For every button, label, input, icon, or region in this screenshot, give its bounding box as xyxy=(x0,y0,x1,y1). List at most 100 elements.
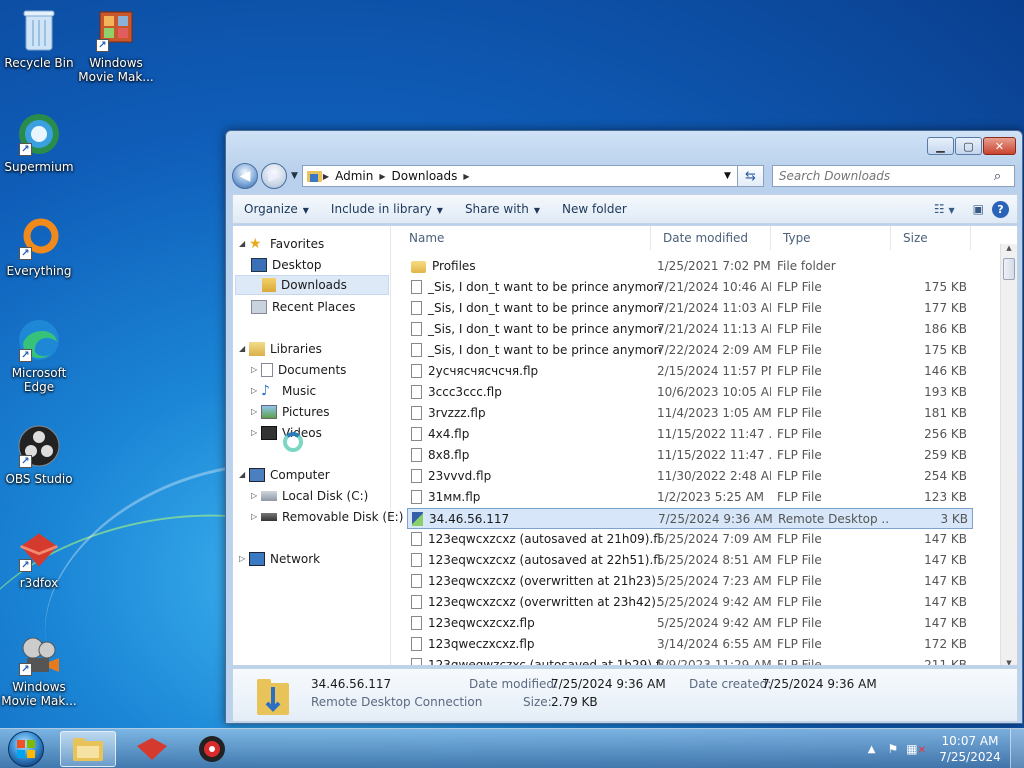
expand-triangle-icon[interactable]: ▷ xyxy=(251,423,261,443)
file-row[interactable]: 123qweqwzczxc (autosaved at 1h29).flp 8/9… xyxy=(407,655,973,665)
preview-pane-icon[interactable]: ▣ xyxy=(973,202,984,216)
nav-music[interactable]: ▷ ♪ Music xyxy=(251,381,316,401)
help-icon[interactable]: ? xyxy=(992,200,1009,218)
forward-button[interactable]: ▶ xyxy=(261,163,287,189)
organize-menu[interactable]: Organize ▼ xyxy=(233,202,320,216)
expand-triangle-icon[interactable]: ▷ xyxy=(251,486,261,506)
desktop-icon-obs[interactable]: ↗ OBS Studio xyxy=(0,424,78,486)
network-status-icon[interactable]: ▦✕ xyxy=(906,742,926,756)
back-button[interactable]: ◀ xyxy=(232,163,258,189)
explorer-window[interactable]: ▁ ▢ ✕ ◀ ▶ ▼ ▶ Admin ▶ Downloads ▶ ▼ ⇆ ⌕ … xyxy=(225,130,1023,724)
nav-local-disk[interactable]: ▷ Local Disk (C:) xyxy=(251,486,368,506)
column-header-type[interactable]: Type xyxy=(771,226,891,250)
new-folder-button[interactable]: New folder xyxy=(551,202,638,216)
file-row[interactable]: 123eqwcxzcxz (autosaved at 22h51).flp 5/2… xyxy=(407,550,973,571)
vertical-scrollbar[interactable]: ▲ ▼ xyxy=(1000,244,1017,665)
file-row[interactable]: 3ccc3ccc.flp 10/6/2023 10:05 AM FLP File 19… xyxy=(407,382,973,403)
breadcrumb-separator[interactable]: ▶ xyxy=(379,172,385,181)
nav-documents[interactable]: ▷ Documents xyxy=(251,360,346,380)
nav-recent-places[interactable]: Recent Places xyxy=(251,297,355,317)
start-button[interactable] xyxy=(8,731,44,767)
desktop-icon xyxy=(251,258,267,272)
file-row[interactable]: _Sis, I don_t want to be prince anymore!… xyxy=(407,298,973,319)
taskbar-r3dfox-button[interactable] xyxy=(124,731,180,767)
include-in-library-menu[interactable]: Include in library ▼ xyxy=(320,202,454,216)
breadcrumb-downloads[interactable]: Downloads xyxy=(391,169,457,183)
nav-pictures[interactable]: ▷ Pictures xyxy=(251,402,330,422)
file-row[interactable]: 123qweczxcxz.flp 3/14/2024 6:55 AM FLP Fil… xyxy=(407,634,973,655)
file-row[interactable]: 123eqwcxzcxz (autosaved at 21h09).flp 5/2… xyxy=(407,529,973,550)
desktop-icon-edge[interactable]: ↗ Microsoft Edge xyxy=(0,318,78,394)
nav-removable-disk[interactable]: ▷ Removable Disk (E:) xyxy=(251,507,403,527)
file-row[interactable]: Profiles 1/25/2021 7:02 PM File folder xyxy=(407,256,973,277)
search-icon[interactable]: ⌕ xyxy=(994,169,1014,184)
address-bar[interactable]: ▶ Admin ▶ Downloads ▶ ▼ xyxy=(301,165,738,187)
desktop-icon-r3dfox[interactable]: ↗ r3dfox xyxy=(0,528,78,590)
search-input[interactable] xyxy=(778,169,994,183)
scroll-down-icon[interactable]: ▼ xyxy=(1001,659,1017,665)
file-row[interactable]: 8x8.flp 11/15/2022 11:47 ... FLP File 259 K… xyxy=(407,445,973,466)
nav-desktop[interactable]: Desktop xyxy=(251,255,322,275)
desktop-icon-movie-maker-2[interactable]: ↗ Windows Movie Mak... xyxy=(0,632,78,708)
nav-network[interactable]: ▷ Network xyxy=(239,549,320,569)
share-with-menu[interactable]: Share with ▼ xyxy=(454,202,551,216)
taskbar-explorer-button[interactable] xyxy=(60,731,116,767)
column-header-date[interactable]: Date modified xyxy=(651,226,771,250)
desktop-icon-supermium[interactable]: ↗ Supermium xyxy=(0,112,78,174)
file-row[interactable]: 23vvvd.flp 11/30/2022 2:48 AM FLP File 254 … xyxy=(407,466,973,487)
file-row[interactable]: 123eqwcxzcxz (overwritten at 23h42).flp 5… xyxy=(407,592,973,613)
breadcrumb-separator[interactable]: ▶ xyxy=(463,172,469,181)
file-row[interactable]: 31мм.flp 1/2/2023 5:25 AM FLP File 123 KB xyxy=(407,487,973,508)
desktop-icon-recycle-bin[interactable]: Recycle Bin xyxy=(0,8,78,70)
nav-favorites[interactable]: ◢ ★ Favorites xyxy=(239,234,324,254)
nav-libraries[interactable]: ◢ Libraries xyxy=(239,339,322,359)
expand-triangle-icon[interactable]: ▷ xyxy=(251,360,261,380)
file-row[interactable]: _Sis, I don_t want to be prince anymore!… xyxy=(407,277,973,298)
collapse-triangle-icon[interactable]: ◢ xyxy=(239,465,249,485)
collapse-triangle-icon[interactable]: ◢ xyxy=(239,234,249,254)
action-center-icon[interactable]: ⚑ xyxy=(888,742,899,756)
file-row[interactable]: 123eqwcxzcxz.flp 5/25/2024 9:42 AM FLP Fil… xyxy=(407,613,973,634)
maximize-button[interactable]: ▢ xyxy=(955,137,982,155)
taskbar-browser-button[interactable] xyxy=(184,731,240,767)
file-row[interactable]: 4x4.flp 11/15/2022 11:47 ... FLP File 256 K… xyxy=(407,424,973,445)
breadcrumb-admin[interactable]: Admin xyxy=(335,169,373,183)
address-dropdown-icon[interactable]: ▼ xyxy=(724,171,731,181)
close-button[interactable]: ✕ xyxy=(983,137,1016,155)
desktop-icon-everything[interactable]: ↗ Everything xyxy=(0,216,78,278)
file-row[interactable]: 2усчясчясчсчя.flp 2/15/2024 11:57 PM FLP F… xyxy=(407,361,973,382)
expand-triangle-icon[interactable]: ▷ xyxy=(251,381,261,401)
search-box[interactable]: ⌕ xyxy=(771,165,1015,187)
share-label: Share with xyxy=(464,202,529,216)
expand-triangle-icon[interactable]: ▷ xyxy=(239,549,249,569)
file-row[interactable]: 34.46.56.117 7/25/2024 9:36 AM Remote Desk… xyxy=(407,508,973,529)
column-header-size[interactable]: Size xyxy=(891,226,971,250)
nav-label: Libraries xyxy=(270,342,322,356)
file-date: 7/22/2024 2:09 AM xyxy=(657,343,771,357)
show-desktop-button[interactable] xyxy=(1010,729,1024,768)
nav-downloads[interactable]: Downloads xyxy=(235,275,389,295)
file-list: Name Date modified Type Size Profiles 1/2… xyxy=(393,226,1017,665)
expand-triangle-icon[interactable]: ▷ xyxy=(251,507,261,527)
desktop-icon-movie-maker[interactable]: ↗ Windows Movie Mak... xyxy=(77,8,155,84)
expand-triangle-icon[interactable]: ▷ xyxy=(251,402,261,422)
file-row[interactable]: 3rvzzz.flp 11/4/2023 1:05 AM FLP File 181 K… xyxy=(407,403,973,424)
refresh-button[interactable]: ⇆ xyxy=(737,165,764,187)
file-size: 193 KB xyxy=(924,385,967,399)
include-label: Include in library xyxy=(330,202,432,216)
file-icon xyxy=(411,385,422,399)
scrollbar-thumb[interactable] xyxy=(1003,258,1015,280)
file-row[interactable]: _Sis, I don_t want to be prince anymore!… xyxy=(407,340,973,361)
column-header-name[interactable]: Name xyxy=(397,226,651,250)
tray-expand-icon[interactable]: ▲ xyxy=(868,744,876,755)
collapse-triangle-icon[interactable]: ◢ xyxy=(239,339,249,359)
view-options-icon[interactable]: ☷ ▼ xyxy=(934,202,955,216)
file-row[interactable]: 123eqwcxzcxz (overwritten at 21h23).flp 5… xyxy=(407,571,973,592)
clock[interactable]: 10:07 AM 7/25/2024 xyxy=(938,733,1002,765)
recent-pages-dropdown[interactable]: ▼ xyxy=(291,171,298,181)
windows-logo-icon xyxy=(17,740,35,758)
nav-computer[interactable]: ◢ Computer xyxy=(239,465,330,485)
scroll-up-icon[interactable]: ▲ xyxy=(1001,244,1017,252)
minimize-button[interactable]: ▁ xyxy=(927,137,954,155)
file-row[interactable]: _Sis, I don_t want to be prince anymore!… xyxy=(407,319,973,340)
